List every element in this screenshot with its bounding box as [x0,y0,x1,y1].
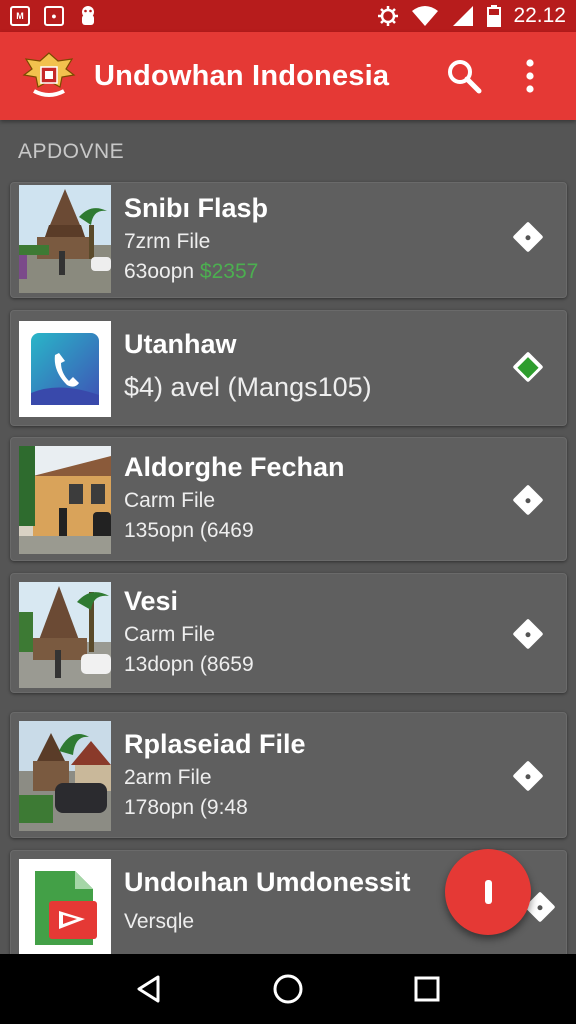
item-subtitle: Carm File [124,489,216,512]
home-button[interactable] [263,964,313,1014]
item-subtitle: 2arm File [124,766,212,789]
item-subtitle: Versqle [124,910,195,933]
floating-action-button[interactable] [445,849,531,935]
clock: 22.12 [513,4,566,27]
status-bar: M ● 22.12 [0,0,576,32]
android-icon [82,6,94,25]
more-vert-icon [526,59,534,93]
house-photo [19,721,111,831]
back-button[interactable] [124,964,174,1014]
item-title: Utanhaw [124,329,237,359]
diamond-icon [512,618,544,650]
portrait-icon: ● [44,6,64,26]
back-icon [137,975,160,1003]
diamond-icon [512,760,544,792]
item-action-button[interactable] [508,614,548,654]
fab-icon [484,880,492,904]
section-header: APDOVNE [18,140,125,163]
search-button[interactable] [444,56,484,96]
recents-icon [414,976,440,1002]
list-item[interactable]: Rplaseiad File 2arm File 178opn (9:48 [10,712,567,838]
diamond-icon [512,221,544,253]
list-item[interactable]: Vesi Carm File 13dopn (8659 [10,573,567,693]
item-meta: 13dopn (8659 [124,653,254,676]
item-action-button[interactable] [508,480,548,520]
settings-icon [378,6,399,26]
navigation-bar [0,954,576,1024]
app-title: Undowhan Indonesia [94,59,390,92]
item-subtitle: $4) avel (Mangs105) [124,372,372,402]
item-meta: 178opn (9:48 [124,796,248,819]
home-icon [273,974,303,1004]
item-price: $2357 [199,260,259,283]
list-item[interactable]: Aldorghe Fechan Carm File 135opn (6469 [10,437,567,561]
building-photo [19,446,111,554]
list-item[interactable]: Snibı Flasþ 7zrm File 63oopn $2357 [10,182,567,298]
battery-icon [487,5,502,27]
overflow-menu-button[interactable] [510,56,550,96]
item-title: Rplaseiad File [124,729,306,759]
list-item[interactable]: Utanhaw $4) avel (Mangs105) [10,310,567,426]
diamond-green-icon [512,351,544,383]
temple-photo [19,582,111,688]
item-subtitle: 7zrm File [124,230,211,253]
item-subtitle: Carm File [124,623,216,646]
garuda-emblem-icon [20,47,78,105]
image-icon: M [10,6,30,26]
item-title: Snibı Flasþ [124,193,269,223]
item-title: Vesi [124,586,179,616]
item-meta: 135opn (6469 [124,519,254,542]
phone-app-icon [19,321,111,417]
item-meta: 63oopn $2357 [124,260,259,283]
recents-button[interactable] [402,964,452,1014]
item-action-button[interactable] [508,347,548,387]
item-title: Aldorghe Fechan [124,452,345,482]
app-bar: Undowhan Indonesia [0,32,576,120]
search-icon [448,60,482,94]
item-action-button[interactable] [508,756,548,796]
file-app-icon [19,859,111,955]
wifi-icon [412,6,439,26]
temple-photo [19,185,111,293]
signal-icon [453,6,474,26]
item-action-button[interactable] [508,217,548,257]
diamond-icon [512,484,544,516]
